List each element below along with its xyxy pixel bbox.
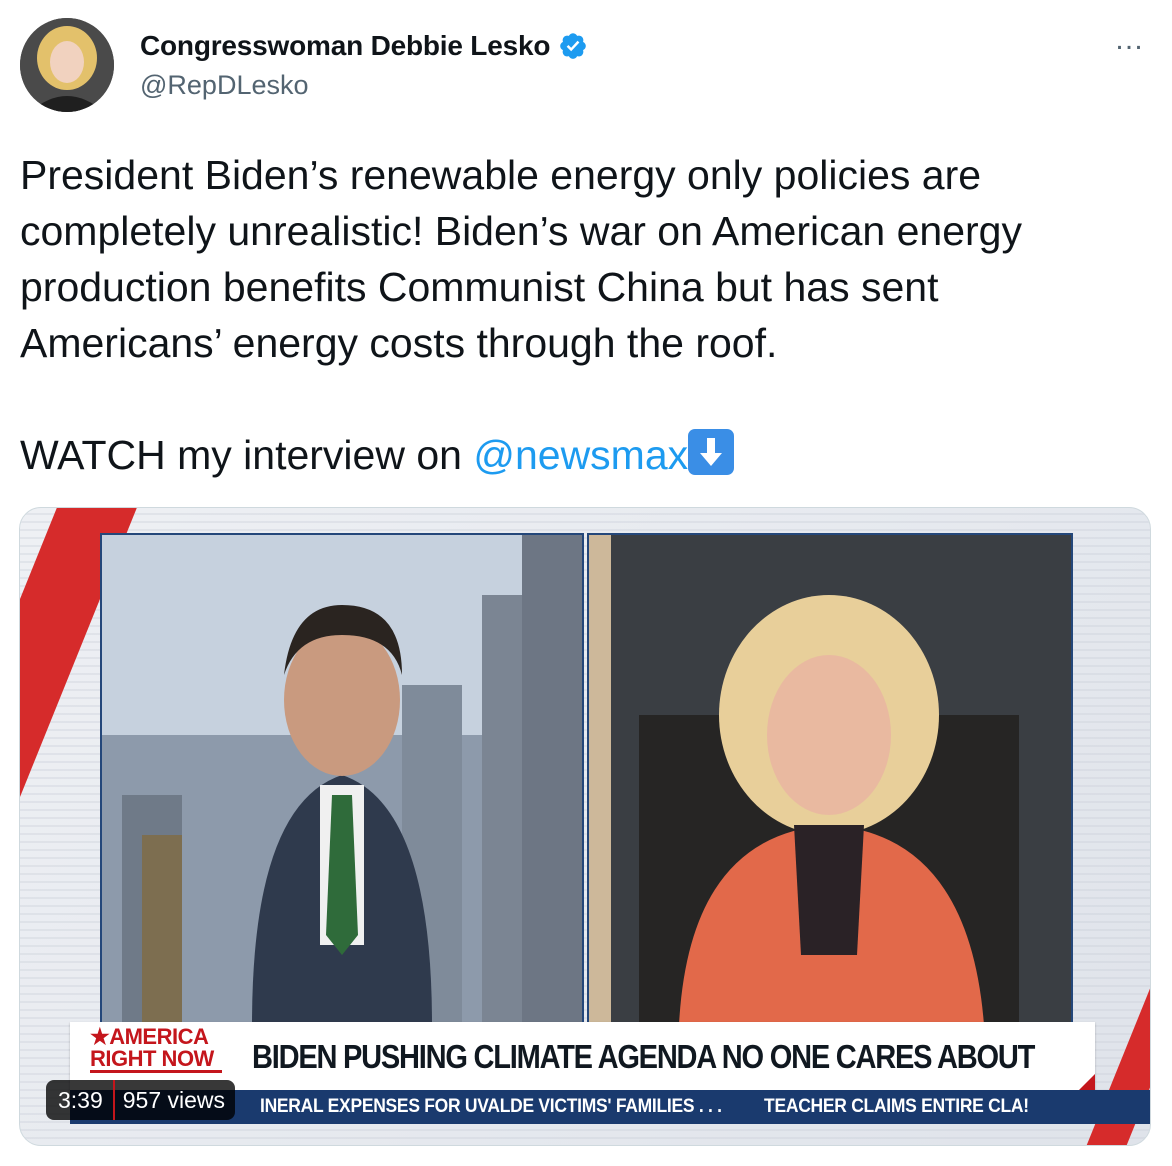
tweet-line: Americans’ energy costs through the roof… — [20, 320, 778, 366]
down-arrow-icon — [688, 429, 735, 475]
video-view-count: 957 views — [122, 1087, 226, 1113]
video-stats-badge: 3:39 957 views — [46, 1080, 236, 1120]
tweet-line: production benefits Communist China but … — [20, 264, 939, 310]
more-options-icon[interactable]: … — [1114, 25, 1146, 55]
author-name-row: Congresswoman Debbie Lesko — [140, 30, 588, 62]
tweet-line: President Biden’s renewable energy only … — [20, 152, 982, 198]
ticker-text: INERAL EXPENSES FOR UVALDE VICTIMS' FAMI… — [260, 1090, 1029, 1124]
program-logo-line1: ★AMERICA — [90, 1024, 209, 1049]
tweet-line: completely unrealistic! Biden’s war on A… — [20, 208, 1022, 254]
author-avatar[interactable] — [20, 18, 114, 112]
program-logo: ★AMERICA RIGHT NOW — [90, 1026, 230, 1086]
anchor-video-panel — [100, 533, 584, 1027]
video-player[interactable]: ★AMERICA RIGHT NOW BIDEN PUSHING CLIMATE… — [19, 507, 1151, 1146]
author-handle[interactable]: @RepDLesko — [140, 70, 309, 101]
verified-badge-icon — [558, 31, 588, 61]
guest-video-panel — [587, 533, 1073, 1027]
chyron-headline: BIDEN PUSHING CLIMATE AGENDA NO ONE CARE… — [252, 1038, 1035, 1075]
tweet-text: President Biden’s renewable energy only … — [20, 147, 1160, 483]
chyron-corner-accent — [1079, 1074, 1095, 1090]
watch-prefix: WATCH my interview on — [20, 432, 474, 478]
program-logo-line2: RIGHT NOW — [90, 1048, 222, 1073]
author-display-name[interactable]: Congresswoman Debbie Lesko — [140, 30, 550, 62]
newsmax-mention-link[interactable]: @newsmax — [473, 432, 688, 478]
ticker-item: INERAL EXPENSES FOR UVALDE VICTIMS' FAMI… — [260, 1096, 722, 1117]
avatar-image — [20, 18, 114, 112]
ticker-item: TEACHER CLAIMS ENTIRE CLA! — [764, 1096, 1029, 1117]
video-duration: 3:39 — [58, 1087, 103, 1113]
